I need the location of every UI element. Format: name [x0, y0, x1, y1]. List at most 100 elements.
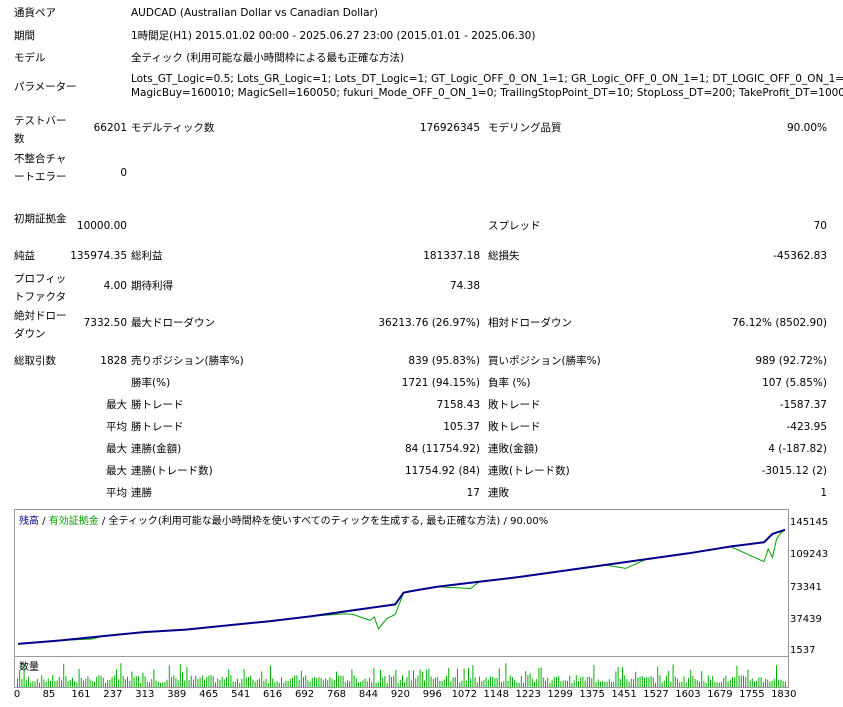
volume-bar [166, 679, 168, 687]
volume-bar [472, 665, 474, 687]
volume-bar [248, 677, 249, 687]
deposit-value: 10000.00 [76, 220, 127, 232]
volume-bar [116, 669, 117, 687]
cons-loss-cnt-label: 連敗(トレード数) [488, 465, 570, 477]
volume-bar [391, 677, 392, 687]
avg-cons-loss-label: 連敗 [488, 487, 509, 499]
volume-bar [142, 672, 144, 687]
volume-bar [399, 680, 401, 687]
x-tick-label: 692 [295, 689, 315, 700]
volume-bar [628, 681, 630, 687]
model-label: モデル [14, 52, 46, 64]
volume-bar [311, 678, 313, 687]
volume-bar [738, 675, 740, 687]
volume-bar [91, 681, 93, 687]
volume-bar [109, 679, 111, 687]
volume-bar [146, 681, 148, 687]
cons-loss-amt-label: 連敗(金額) [488, 443, 539, 455]
volume-bar [677, 678, 678, 687]
volume-bar [360, 681, 362, 687]
ticks-value: 176926345 [419, 122, 480, 134]
volume-bar [278, 682, 280, 687]
volume-bar [784, 681, 786, 687]
volume-bar [338, 675, 340, 687]
volume-bar [272, 678, 274, 687]
volume-bar [102, 677, 104, 687]
avg-win-value: 105.37 [443, 421, 480, 433]
avg-loss-label: 敗トレード [488, 421, 541, 433]
volume-bar [329, 677, 331, 687]
volume-bar [516, 682, 518, 687]
volume-bar [380, 669, 381, 687]
params-line1: Lots_GT_Logic=0.5; Lots_GR_Logic=1; Lots… [131, 73, 843, 85]
volume-bar [496, 678, 498, 687]
volume-bar [39, 682, 40, 687]
volume-bar [558, 675, 560, 687]
volume-bar [432, 678, 434, 687]
volume-bar [206, 677, 208, 687]
x-tick-label: 0 [13, 689, 21, 700]
x-tick-label: 1603 [675, 689, 701, 700]
volume-bar [591, 678, 593, 687]
volume-bar [646, 677, 648, 687]
volume-bar [459, 682, 461, 687]
volume-bar [611, 682, 612, 687]
volume-bar [296, 675, 298, 687]
avg-label-2: 平均 [106, 487, 127, 499]
volume-bar [133, 677, 135, 687]
deposit-label: 初期証拠金 [14, 213, 67, 225]
volume-bar [718, 682, 720, 687]
volume-bar [534, 682, 535, 687]
avg-loss-value: -423.95 [786, 421, 827, 433]
volume-bar [463, 668, 465, 687]
volume-bar [58, 676, 60, 687]
volume-bar [712, 676, 714, 687]
x-tick-label: 1451 [611, 689, 637, 700]
volume-bar [83, 680, 84, 687]
lossrate-label: 負率 (%) [488, 377, 531, 389]
volume-bar [710, 679, 711, 687]
volume-bar [512, 677, 513, 687]
gross-loss-label: 総損失 [488, 250, 520, 262]
volume-bar [259, 678, 260, 687]
volume-bar [234, 681, 236, 687]
mismatch-label: 不整合チャートエラー [14, 153, 67, 183]
volume-bar [325, 678, 326, 687]
volume-bar [688, 678, 689, 687]
volume-bar [28, 676, 29, 687]
volume-bar [448, 668, 450, 687]
volume-bar [435, 677, 436, 687]
volume-bar [461, 680, 463, 687]
volume-bar [52, 675, 54, 687]
volume-bar [168, 665, 170, 687]
volume-bar [239, 682, 241, 687]
x-tick-label: 541 [231, 689, 251, 700]
x-tick-label: 1830 [771, 689, 797, 700]
spread-value: 70 [813, 220, 827, 232]
volume-bar [666, 675, 667, 687]
volume-bar [300, 670, 302, 687]
expected-value: 74.38 [449, 280, 480, 292]
volume-bar [98, 675, 100, 687]
volume-bar [333, 679, 335, 687]
volume-bar [186, 667, 188, 687]
volume-bar [388, 675, 390, 687]
volume-bar [454, 677, 456, 687]
best-win-value: 7158.43 [436, 399, 480, 411]
volume-bar [298, 679, 300, 687]
volume-bar [252, 679, 254, 687]
volume-bar [501, 682, 502, 687]
volume-bar [175, 677, 177, 687]
volume-bar [340, 675, 342, 687]
volume-bar [322, 680, 324, 687]
volume-bar [419, 669, 421, 687]
volume-bar [723, 677, 725, 687]
worst-loss-label: 敗トレード [488, 399, 541, 411]
winrate-value: 1721 (94.15%) [401, 377, 480, 389]
x-tick-label: 996 [422, 689, 442, 700]
volume-bar [483, 679, 485, 687]
volume-bar [353, 675, 355, 687]
period-label: 期間 [14, 30, 35, 42]
x-tick-label: 1299 [547, 689, 573, 700]
x-tick-label: 1755 [739, 689, 765, 700]
